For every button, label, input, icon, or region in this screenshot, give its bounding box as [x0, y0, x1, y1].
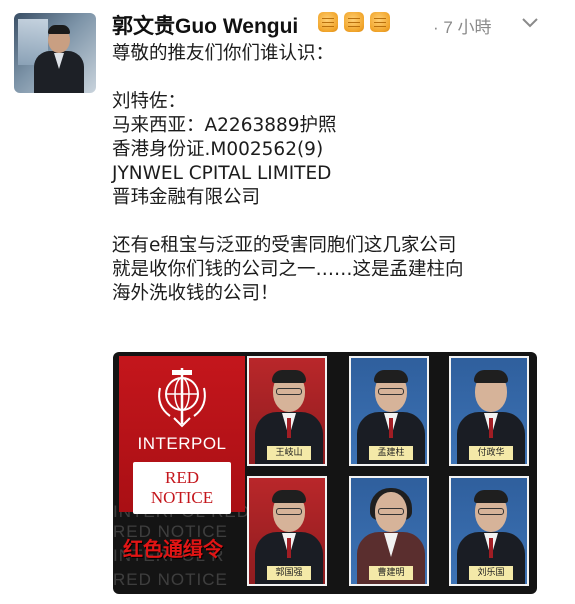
portrait: 曹建明 — [349, 476, 429, 586]
portrait: 付政华 — [449, 356, 529, 466]
tweet-line — [112, 66, 552, 90]
red-notice-line1: RED — [165, 468, 199, 487]
portrait-caption: 王岐山 — [267, 446, 311, 460]
tweet-line: 还有e租宝与泛亚的受害同胞们这几家公司 — [112, 235, 457, 256]
portrait-tie — [489, 418, 493, 438]
portrait-tie — [287, 418, 291, 438]
portrait-tie — [389, 418, 393, 438]
chevron-down-icon[interactable] — [521, 16, 539, 30]
fist-emoji-icon — [344, 12, 364, 32]
portrait: 孟建柱 — [349, 356, 429, 466]
tweet-line: 香港身份证.M002562(9) — [112, 139, 324, 160]
tweet-text: 尊敬的推友们你们谁认识： 刘特佐： 马来西亚：A2263889护照 香港身份证.… — [112, 42, 552, 306]
tweet-line: 海外洗收钱的公司！ — [112, 283, 279, 304]
portrait-hair — [374, 370, 408, 383]
portrait-hair — [272, 370, 306, 383]
interpol-globe-logo-icon — [158, 368, 206, 428]
watermark-text: RED NOTICE — [113, 570, 228, 589]
portrait: 郭国强 — [247, 476, 327, 586]
portrait-caption: 刘乐国 — [469, 566, 513, 580]
portrait-glasses — [478, 508, 504, 515]
tweet-line: JYNWEL CPITAL LIMITED — [112, 163, 332, 184]
portrait-caption: 付政华 — [469, 446, 513, 460]
tweet-line: 尊敬的推友们你们谁认识： — [112, 43, 335, 64]
portrait-glasses — [378, 508, 404, 515]
portrait-tie — [489, 538, 493, 558]
red-notice-title-cn: 红色通缉令 — [123, 537, 223, 561]
interpol-panel: INTERPOL RED NOTICE — [119, 356, 245, 514]
portrait-hair — [474, 370, 508, 383]
portrait: 刘乐国 — [449, 476, 529, 586]
fist-emoji-icon — [318, 12, 338, 32]
portrait-glasses — [378, 388, 404, 395]
tweet-line: 晋玮金融有限公司 — [112, 187, 261, 208]
portrait-tie — [287, 538, 291, 558]
portrait-hair — [474, 490, 508, 503]
tweet-line — [112, 210, 552, 234]
tweet-line: 刘特佐： — [112, 91, 187, 112]
avatar[interactable] — [14, 13, 96, 93]
interpol-word: INTERPOL — [137, 434, 227, 453]
red-notice-line2: NOTICE — [150, 488, 214, 507]
red-notice-box: RED NOTICE — [133, 462, 231, 514]
emoji-group — [318, 12, 390, 32]
portrait-glasses — [276, 508, 302, 515]
author-name[interactable]: 郭文贵Guo Wengui — [112, 10, 298, 40]
portrait: 王岐山 — [247, 356, 327, 466]
portrait-caption: 郭国强 — [267, 566, 311, 580]
avatar-hair — [48, 25, 70, 34]
portrait-caption: 孟建柱 — [369, 446, 413, 460]
portrait-hair — [272, 490, 306, 503]
fist-emoji-icon — [370, 12, 390, 32]
tweet-timestamp[interactable]: · 7 小時 — [433, 13, 492, 38]
tweet-line: 马来西亚：A2263889护照 — [112, 115, 337, 136]
portrait-caption: 曹建明 — [369, 566, 413, 580]
tweet-line: 就是收你们钱的公司之一……这是孟建柱向 — [112, 259, 464, 280]
tweet-media-image[interactable]: INTERPOL RED NOTICE RED NOTICE INTERPOL … — [113, 352, 537, 594]
portrait-glasses — [276, 388, 302, 395]
